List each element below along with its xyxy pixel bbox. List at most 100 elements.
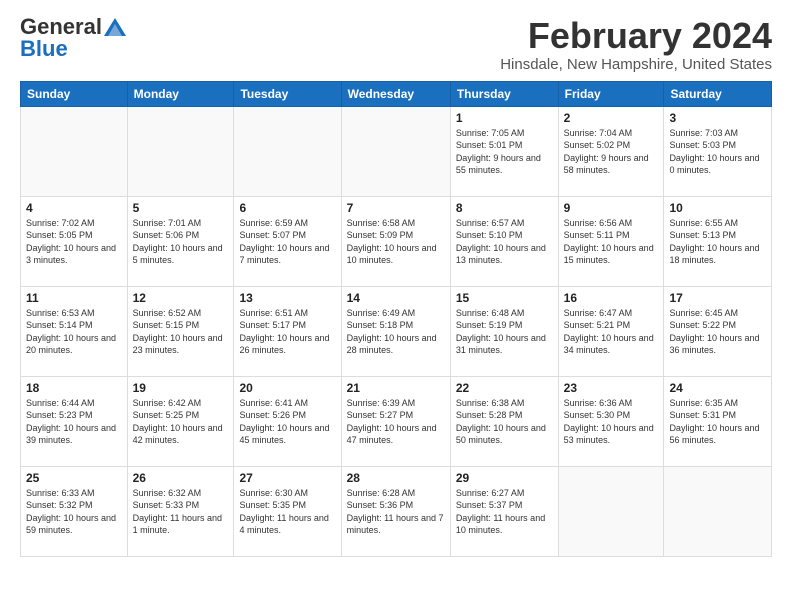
- day-number: 12: [133, 291, 229, 305]
- day-number: 19: [133, 381, 229, 395]
- calendar-cell: [558, 466, 664, 556]
- calendar-cell: 18Sunrise: 6:44 AM Sunset: 5:23 PM Dayli…: [21, 376, 128, 466]
- day-number: 24: [669, 381, 766, 395]
- day-number: 22: [456, 381, 553, 395]
- day-number: 15: [456, 291, 553, 305]
- calendar-cell: 15 Sunrise: 6:48 AM Sunset: 5:19 PM Dayli…: [450, 286, 558, 376]
- day-info: Sunrise: 6:38 AM Sunset: 5:28 PM Dayligh…: [456, 397, 553, 447]
- day-number: 18: [26, 381, 122, 395]
- day-number: 4: [26, 201, 122, 215]
- day-info: Sunrise: 6:45 AM Sunset: 5:22 PM Dayligh…: [669, 307, 766, 357]
- day-info: Sunrise: 6:47 AM Sunset: 5:21 PM Dayligh…: [564, 307, 659, 357]
- day-info: Sunrise: 7:03 AM Sunset: 5:03 PM Dayligh…: [669, 127, 766, 177]
- day-number: 29: [456, 471, 553, 485]
- day-number: 20: [239, 381, 335, 395]
- day-number: 17: [669, 291, 766, 305]
- weekday-header-wednesday: Wednesday: [341, 81, 450, 106]
- calendar-cell: 12 Sunrise: 6:52 AM Sunset: 5:15 PM Dayli…: [127, 286, 234, 376]
- day-number: 16: [564, 291, 659, 305]
- weekday-header-thursday: Thursday: [450, 81, 558, 106]
- calendar-cell: 5Sunrise: 7:01 AM Sunset: 5:06 PM Daylig…: [127, 196, 234, 286]
- day-info: Sunrise: 6:58 AM Sunset: 5:09 PM Dayligh…: [347, 217, 445, 267]
- calendar-cell: 2Sunrise: 7:04 AM Sunset: 5:02 PM Daylig…: [558, 106, 664, 196]
- day-info: Sunrise: 6:57 AM Sunset: 5:10 PM Dayligh…: [456, 217, 553, 267]
- calendar-cell: 10 Sunrise: 6:55 AM Sunset: 5:13 PM Dayli…: [664, 196, 772, 286]
- calendar-title: February 2024: [500, 16, 772, 56]
- calendar-cell: 9 Sunrise: 6:56 AM Sunset: 5:11 PM Daylig…: [558, 196, 664, 286]
- day-info: Sunrise: 6:52 AM Sunset: 5:15 PM Dayligh…: [133, 307, 229, 357]
- week-row-2: 4 Sunrise: 7:02 AM Sunset: 5:05 PM Daylig…: [21, 196, 772, 286]
- day-number: 26: [133, 471, 229, 485]
- title-area: February 2024 Hinsdale, New Hampshire, U…: [500, 16, 772, 73]
- day-number: 1: [456, 111, 553, 125]
- calendar-cell: 21Sunrise: 6:39 AM Sunset: 5:27 PM Dayli…: [341, 376, 450, 466]
- calendar-cell: 25 Sunrise: 6:33 AM Sunset: 5:32 PM Dayli…: [21, 466, 128, 556]
- calendar-cell: 14 Sunrise: 6:49 AM Sunset: 5:18 PM Dayli…: [341, 286, 450, 376]
- calendar-cell: 8 Sunrise: 6:57 AM Sunset: 5:10 PM Daylig…: [450, 196, 558, 286]
- day-number: 9: [564, 201, 659, 215]
- calendar-cell: 3 Sunrise: 7:03 AM Sunset: 5:03 PM Daylig…: [664, 106, 772, 196]
- day-info: Sunrise: 6:55 AM Sunset: 5:13 PM Dayligh…: [669, 217, 766, 267]
- calendar-cell: 27 Sunrise: 6:30 AM Sunset: 5:35 PM Dayli…: [234, 466, 341, 556]
- calendar-cell: [21, 106, 128, 196]
- logo: General Blue: [20, 16, 126, 60]
- calendar-cell: 24 Sunrise: 6:35 AM Sunset: 5:31 PM Dayli…: [664, 376, 772, 466]
- weekday-header-sunday: Sunday: [21, 81, 128, 106]
- day-number: 23: [564, 381, 659, 395]
- day-number: 7: [347, 201, 445, 215]
- day-number: 6: [239, 201, 335, 215]
- day-number: 14: [347, 291, 445, 305]
- logo-blue: Blue: [20, 38, 68, 60]
- weekday-header-saturday: Saturday: [664, 81, 772, 106]
- day-number: 3: [669, 111, 766, 125]
- calendar-cell: 11 Sunrise: 6:53 AM Sunset: 5:14 PM Dayli…: [21, 286, 128, 376]
- calendar-cell: 13 Sunrise: 6:51 AM Sunset: 5:17 PM Dayli…: [234, 286, 341, 376]
- day-info: Sunrise: 6:51 AM Sunset: 5:17 PM Dayligh…: [239, 307, 335, 357]
- calendar-cell: 20 Sunrise: 6:41 AM Sunset: 5:26 PM Dayli…: [234, 376, 341, 466]
- day-info: Sunrise: 6:53 AM Sunset: 5:14 PM Dayligh…: [26, 307, 122, 357]
- day-info: Sunrise: 6:39 AM Sunset: 5:27 PM Dayligh…: [347, 397, 445, 447]
- day-info: Sunrise: 6:30 AM Sunset: 5:35 PM Dayligh…: [239, 487, 335, 537]
- day-number: 10: [669, 201, 766, 215]
- week-row-4: 18Sunrise: 6:44 AM Sunset: 5:23 PM Dayli…: [21, 376, 772, 466]
- calendar-cell: 26Sunrise: 6:32 AM Sunset: 5:33 PM Dayli…: [127, 466, 234, 556]
- day-info: Sunrise: 7:01 AM Sunset: 5:06 PM Dayligh…: [133, 217, 229, 267]
- day-number: 11: [26, 291, 122, 305]
- day-number: 28: [347, 471, 445, 485]
- calendar-cell: 6 Sunrise: 6:59 AM Sunset: 5:07 PM Daylig…: [234, 196, 341, 286]
- day-info: Sunrise: 7:05 AM Sunset: 5:01 PM Dayligh…: [456, 127, 553, 177]
- week-row-3: 11 Sunrise: 6:53 AM Sunset: 5:14 PM Dayli…: [21, 286, 772, 376]
- calendar-cell: 4 Sunrise: 7:02 AM Sunset: 5:05 PM Daylig…: [21, 196, 128, 286]
- weekday-header-friday: Friday: [558, 81, 664, 106]
- calendar-cell: [234, 106, 341, 196]
- day-info: Sunrise: 6:56 AM Sunset: 5:11 PM Dayligh…: [564, 217, 659, 267]
- calendar-cell: 19Sunrise: 6:42 AM Sunset: 5:25 PM Dayli…: [127, 376, 234, 466]
- logo-icon: [104, 18, 126, 36]
- weekday-header-tuesday: Tuesday: [234, 81, 341, 106]
- day-info: Sunrise: 6:41 AM Sunset: 5:26 PM Dayligh…: [239, 397, 335, 447]
- day-number: 27: [239, 471, 335, 485]
- day-info: Sunrise: 6:48 AM Sunset: 5:19 PM Dayligh…: [456, 307, 553, 357]
- day-info: Sunrise: 6:59 AM Sunset: 5:07 PM Dayligh…: [239, 217, 335, 267]
- day-number: 25: [26, 471, 122, 485]
- day-number: 2: [564, 111, 659, 125]
- weekday-header-row: SundayMondayTuesdayWednesdayThursdayFrid…: [21, 81, 772, 106]
- day-info: Sunrise: 6:35 AM Sunset: 5:31 PM Dayligh…: [669, 397, 766, 447]
- calendar-cell: 1 Sunrise: 7:05 AM Sunset: 5:01 PM Daylig…: [450, 106, 558, 196]
- week-row-5: 25 Sunrise: 6:33 AM Sunset: 5:32 PM Dayli…: [21, 466, 772, 556]
- calendar-cell: [341, 106, 450, 196]
- day-number: 8: [456, 201, 553, 215]
- calendar-cell: 16 Sunrise: 6:47 AM Sunset: 5:21 PM Dayli…: [558, 286, 664, 376]
- day-info: Sunrise: 6:28 AM Sunset: 5:36 PM Dayligh…: [347, 487, 445, 537]
- calendar-cell: [127, 106, 234, 196]
- week-row-1: 1 Sunrise: 7:05 AM Sunset: 5:01 PM Daylig…: [21, 106, 772, 196]
- day-info: Sunrise: 6:49 AM Sunset: 5:18 PM Dayligh…: [347, 307, 445, 357]
- calendar-subtitle: Hinsdale, New Hampshire, United States: [500, 56, 772, 73]
- day-info: Sunrise: 7:02 AM Sunset: 5:05 PM Dayligh…: [26, 217, 122, 267]
- calendar-cell: 29Sunrise: 6:27 AM Sunset: 5:37 PM Dayli…: [450, 466, 558, 556]
- day-info: Sunrise: 6:33 AM Sunset: 5:32 PM Dayligh…: [26, 487, 122, 537]
- day-number: 13: [239, 291, 335, 305]
- weekday-header-monday: Monday: [127, 81, 234, 106]
- calendar-table: SundayMondayTuesdayWednesdayThursdayFrid…: [20, 81, 772, 557]
- calendar-cell: 23Sunrise: 6:36 AM Sunset: 5:30 PM Dayli…: [558, 376, 664, 466]
